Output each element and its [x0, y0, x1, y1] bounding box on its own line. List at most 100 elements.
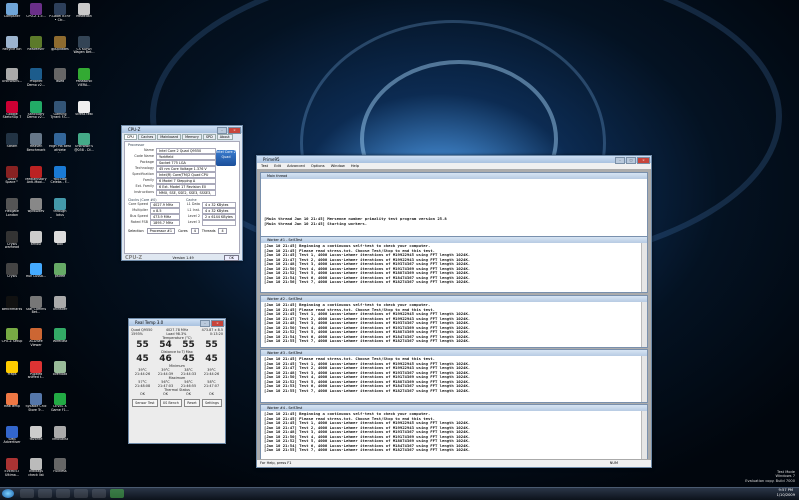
- desktop-icon[interactable]: Benchmarks: [1, 295, 23, 316]
- desktop-icon[interactable]: Hellgate London: [1, 198, 23, 218]
- realtemp-window[interactable]: Real Temp 3.0 – × Quad Q9550 4027.78 MHz 47…: [128, 318, 226, 444]
- close-button[interactable]: ×: [211, 320, 224, 327]
- selection-dropdown[interactable]: Processor #1: [146, 228, 176, 234]
- close-button[interactable]: ×: [228, 127, 241, 134]
- prime95-titlebar[interactable]: Prime95 – □ ×: [257, 156, 651, 164]
- worker-window[interactable]: Worker #1 - Self-Test [Jan 10 21:45] Begi…: [260, 236, 648, 293]
- desktop-icon[interactable]: uninstler: [49, 295, 71, 316]
- taskbar-app-icon[interactable]: [92, 489, 106, 498]
- menu-options[interactable]: Options: [311, 164, 325, 168]
- worker-window[interactable]: Worker #3 - Self-Test [Jan 10 21:45] Plea…: [260, 349, 648, 403]
- desktop-icon[interactable]: P-Label BTRF • Ctr...: [49, 3, 71, 23]
- desktop-icon[interactable]: Sanctuary Demo v2...: [25, 100, 47, 121]
- desktop-icon[interactable]: Unknown's @058 - Di...: [73, 133, 95, 153]
- desktop-icon[interactable]: favorite: [25, 425, 47, 446]
- desktop-icon[interactable]: Google SketchUp 7: [1, 100, 23, 121]
- desktop-icon[interactable]: CPU-Z 1.5...: [25, 3, 47, 23]
- realtemp-titlebar[interactable]: Real Temp 3.0 – ×: [129, 319, 225, 327]
- tab-spd[interactable]: SPD: [202, 134, 216, 140]
- main-thread-window[interactable]: Main thread [Main thread Jan 10 21:45] M…: [260, 172, 648, 237]
- sensor-test-button[interactable]: Sensor Test: [132, 399, 158, 407]
- worker-titlebar[interactable]: Worker #2 - Self-Test: [261, 296, 647, 302]
- desktop-icon[interactable]: Computer: [1, 3, 23, 23]
- desktop-icon[interactable]: Heaven Benchmark: [25, 133, 47, 153]
- desktop-icon[interactable]: box: [49, 230, 71, 251]
- tab-about[interactable]: About: [216, 134, 233, 140]
- desktop-icon[interactable]: wpfbDdev: [25, 198, 47, 218]
- menu-help[interactable]: Help: [351, 164, 359, 168]
- maximize-button[interactable]: □: [626, 157, 636, 164]
- desktop-icon[interactable]: CPU-Z Setup: [1, 328, 23, 348]
- taskbar-media-icon[interactable]: [56, 489, 70, 498]
- desktop-icon[interactable]: High Pi8 Best athlete with...: [49, 133, 71, 153]
- desktop-icon[interactable]: Mewedan: [73, 3, 95, 23]
- cpuz-window[interactable]: CPU-Z – × CPU Caches Mainboard Memory SPD…: [121, 125, 243, 261]
- close-button[interactable]: ×: [637, 157, 650, 164]
- desktop-icon[interactable]: Fullness: [49, 458, 71, 478]
- desktop-icon[interactable]: pstree: [49, 263, 71, 283]
- desktop-icon[interactable]: Syllable Chic Store Tr...: [25, 393, 47, 413]
- worker-window[interactable]: Worker #2 - Self-Test [Jan 10 21:45] Begi…: [260, 295, 648, 348]
- worker-titlebar[interactable]: Worker #4 - Self-Test: [261, 405, 647, 411]
- reset-button[interactable]: Reset: [184, 399, 200, 407]
- desktop-icon[interactable]: Stat Comms Bet...: [25, 295, 47, 316]
- taskbar-ie-icon[interactable]: [20, 489, 34, 498]
- desktop-icon[interactable]: Issed: [49, 68, 71, 88]
- desktop-icon[interactable]: EVEREST Ultima...: [1, 458, 23, 478]
- taskbar-cpuz-icon[interactable]: [110, 489, 124, 498]
- xs-bench-button[interactable]: XS Bench: [159, 399, 182, 407]
- desktop-icon[interactable]: Dead Space™: [1, 165, 23, 186]
- tab-mainboard[interactable]: Mainboard: [157, 134, 182, 140]
- desktop-icon[interactable]: SMB Advertiser: [1, 425, 23, 446]
- desktop-icon[interactable]: vmovalist: [49, 425, 71, 446]
- settings-button[interactable]: Settings: [201, 399, 222, 407]
- menu-window[interactable]: Window: [331, 164, 345, 168]
- desktop-icon[interactable]: overload: [49, 360, 71, 381]
- desktop-icon[interactable]: Gaming Tyrant F.C...: [49, 100, 71, 121]
- desktop-icon[interactable]: Mediahistory Anti-Moxi...: [25, 165, 47, 186]
- ok-button[interactable]: OK: [224, 255, 239, 261]
- minimize-button[interactable]: –: [217, 127, 227, 134]
- minimize-button[interactable]: –: [615, 157, 625, 164]
- worker-titlebar[interactable]: Worker #3 - Self-Test: [261, 350, 647, 356]
- main-thread-titlebar[interactable]: Main thread: [261, 173, 647, 179]
- desktop-icon[interactable]: gpupdates: [49, 35, 71, 56]
- taskbar-app-icon[interactable]: [74, 489, 88, 498]
- desktop-icon[interactable]: YouTube Celebs - F...: [49, 165, 71, 186]
- desktop-icon[interactable]: Puzzled sniffed t...: [25, 360, 47, 381]
- desktop-icon[interactable]: LEVEL X Game F1...: [49, 393, 71, 413]
- desktop-icon[interactable]: RealTemp: [1, 393, 23, 413]
- prime95-window[interactable]: Prime95 – □ × Test Edit Advanced Options Windo…: [256, 155, 652, 468]
- worker-scrollbar[interactable]: [641, 411, 647, 460]
- cpuz-titlebar[interactable]: CPU-Z – ×: [122, 126, 242, 134]
- clock[interactable]: 9:57 PM 1/10/2009: [777, 488, 795, 498]
- desktop-icon[interactable]: CS KurWi Wagen Bet...: [73, 35, 95, 56]
- desktop-icon[interactable]: Panasonic VIERA...: [73, 68, 95, 88]
- desktop-icon[interactable]: Unknowns...: [1, 68, 23, 88]
- desktop-icon[interactable]: Fraps: [1, 360, 23, 381]
- desktop-icon[interactable]: Stress test: [73, 100, 95, 121]
- desktop-icon[interactable]: IndIdags check list: [25, 458, 47, 478]
- desktop-icon[interactable]: Crysis: [1, 263, 23, 283]
- desktop-icon[interactable]: Recycle Bin: [1, 35, 23, 56]
- worker-titlebar[interactable]: Worker #1 - Self-Test: [261, 237, 647, 243]
- desktop-icon[interactable]: Crysis warhead: [1, 230, 23, 251]
- tab-memory[interactable]: Memory: [182, 134, 202, 140]
- desktop-icon[interactable]: Run Luvsa...: [25, 263, 47, 283]
- tab-cpu[interactable]: CPU: [124, 134, 137, 140]
- tab-caches[interactable]: Caches: [137, 134, 157, 140]
- desktop-icon[interactable]: through lotus Deconsule...: [49, 198, 71, 218]
- worker-scrollbar[interactable]: [641, 243, 647, 292]
- minimize-button[interactable]: –: [200, 320, 210, 327]
- worker-window[interactable]: Worker #4 - Self-Test [Jan 10 21:45] Begi…: [260, 404, 648, 461]
- worker-scrollbar[interactable]: [641, 302, 647, 347]
- desktop-icon[interactable]: Wirecast: [49, 328, 71, 348]
- desktop-icon[interactable]: arnoul: [25, 230, 47, 251]
- menu-test[interactable]: Test: [261, 164, 268, 168]
- desktop-icon[interactable]: Steam: [1, 133, 23, 153]
- desktop-icon[interactable]: Prophet Demo v2...: [25, 68, 47, 88]
- worker-scrollbar[interactable]: [641, 356, 647, 402]
- menu-edit[interactable]: Edit: [274, 164, 281, 168]
- desktop-icon[interactable]: RealMeshr: [25, 35, 47, 56]
- menu-advanced[interactable]: Advanced: [287, 164, 305, 168]
